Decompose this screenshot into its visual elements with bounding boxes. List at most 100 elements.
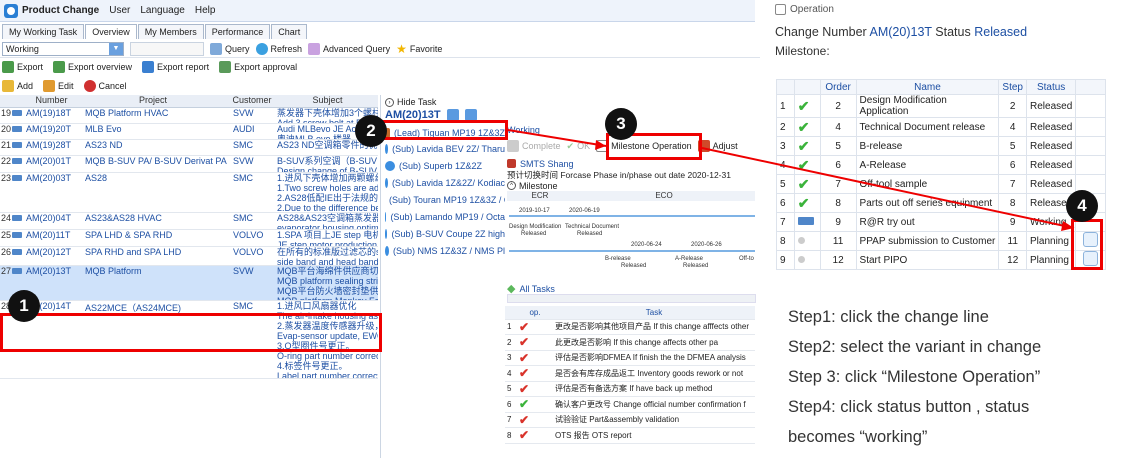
subject-line: 在所有的标准版过滤芯的sid <box>277 247 378 257</box>
table-row[interactable]: 24 AM(20)04T AS23&AS28 HVAC SMC AS28&AS23空调箱… <box>0 213 378 230</box>
advanced-query-button[interactable]: Advanced Query <box>308 42 390 55</box>
adjust-icon <box>697 140 710 152</box>
query-input[interactable] <box>130 41 204 56</box>
edit-button[interactable]: Edit <box>43 79 74 92</box>
milestone-row[interactable]: 5 ✔ 7 Off-tool sample 7 Released <box>776 174 1106 194</box>
col-name: Name <box>855 79 1000 95</box>
status-button-cell[interactable] <box>1075 94 1106 118</box>
table-row[interactable]: 21 AM(19)28T AS23 ND SMC AS23 ND空调箱零件的优化 <box>0 140 378 156</box>
status-button-cell[interactable] <box>1075 250 1106 270</box>
tab-chart[interactable]: Chart <box>271 24 308 39</box>
variant-item[interactable]: (Lead) Tiguan MP19 1Z&3Z <box>385 125 505 140</box>
milestone-row[interactable]: 4 ✔ 6 A-Release 6 Released <box>776 155 1106 175</box>
col-subject[interactable]: Subject <box>277 95 378 107</box>
adjust-button[interactable]: Adjust <box>697 140 738 152</box>
subject-line: Design change of B-SUV s <box>277 166 378 173</box>
variant-item[interactable]: (Sub) NMS 1Z&3Z / NMS Pl <box>385 242 505 259</box>
export-button[interactable]: Export <box>2 61 43 73</box>
task-row[interactable]: 1 ✔ 更改是否影响其他项目产品 If this change afffects o… <box>505 319 755 335</box>
milestone-row[interactable]: 3 ✔ 5 B-release 5 Released <box>776 136 1106 156</box>
task-op[interactable]: ✔ <box>517 350 553 366</box>
change-number-value: AM(20)13T <box>869 25 932 39</box>
menu-user[interactable]: User <box>109 5 130 16</box>
col-project[interactable]: Project <box>79 95 227 107</box>
variant-label: (Sub) Lamando MP19 / Octa <box>390 211 505 222</box>
table-row[interactable]: 27 AM(20)13T MQB Platform SVW MQB平台海绵件供应商切换 M… <box>0 266 378 301</box>
refresh-button[interactable]: Refresh <box>255 42 302 55</box>
row-number: AM(20)04T <box>26 213 72 223</box>
status-button[interactable] <box>1083 251 1099 266</box>
table-row[interactable]: 25 AM(20)11T SPA LHD & SPA RHD VOLVO 1.SPA 项… <box>0 230 378 247</box>
task-op[interactable]: ✔ <box>517 365 553 382</box>
menu-help[interactable]: Help <box>195 5 216 16</box>
milestone-row[interactable]: 8 11 PPAP submission to Customer 11 Planning <box>776 231 1106 251</box>
milestone-row[interactable]: 7 9 R@R try out 9 Working <box>776 212 1106 232</box>
row-index: 23 <box>1 173 12 183</box>
col-customer[interactable]: Customer <box>227 95 277 107</box>
document-icon[interactable] <box>446 109 459 121</box>
table-row[interactable]: 22 AM(20)01T MQB B-SUV PA/ B-SUV Derivat P… <box>0 156 378 173</box>
variant-item[interactable]: (Sub) Lavida 1Z&2Z/ Kodiac <box>385 174 505 191</box>
list-icon[interactable] <box>464 109 477 121</box>
task-row[interactable]: 8 ✔ OTS 报告 OTS report <box>505 427 755 444</box>
export-overview-button[interactable]: Export overview <box>53 61 132 73</box>
task-row[interactable]: 2 ✔ 此更改是否影响 If this change affects other p… <box>505 334 755 351</box>
status-button-cell[interactable] <box>1075 117 1106 137</box>
favorite-button[interactable]: ★ Favorite <box>396 42 442 56</box>
task-row[interactable]: 5 ✔ 评估是否有备选方案 If have back up method <box>505 381 755 397</box>
export-report-button[interactable]: Export report <box>142 61 209 73</box>
col-number[interactable]: Number <box>24 95 79 107</box>
row-flag-icon <box>12 110 22 116</box>
table-row[interactable]: 20 AM(19)20T MLB Evo AUDI Audi MLBevo JE Act… <box>0 124 378 140</box>
milestone-row[interactable]: 2 ✔ 4 Technical Document release 4 Released <box>776 117 1106 137</box>
ok-button[interactable]: ✔ OK <box>567 141 591 152</box>
status-button[interactable] <box>1083 232 1099 247</box>
hide-task-toggle[interactable]: › Hide Task <box>385 97 436 107</box>
task-op[interactable]: ✔ <box>517 381 553 397</box>
task-row[interactable]: 4 ✔ 是否会有库存成品返工 Inventory goods rework or n… <box>505 365 755 382</box>
task-op[interactable]: ✔ <box>517 412 553 428</box>
variant-item[interactable]: (Sub) Touran MP19 1Z&3Z / Octa <box>385 191 505 208</box>
task-op[interactable]: ✔ <box>517 427 553 444</box>
milestone-row[interactable]: 9 12 Start PIPO 12 Planning <box>776 250 1106 270</box>
tab-performance[interactable]: Performance <box>204 24 271 39</box>
milestone-state: ✔ <box>793 174 821 194</box>
tab-my-working-task[interactable]: My Working Task <box>2 24 85 39</box>
variant-item[interactable]: (Sub) B-SUV Coupe 2Z high <box>385 225 505 242</box>
variant-item[interactable]: (Sub) Lamando MP19 / Octa <box>385 208 505 225</box>
query-button[interactable]: Query <box>210 42 250 55</box>
horizontal-scrollbar[interactable] <box>507 294 756 303</box>
milestone-operation-button[interactable]: Milestone Operation <box>596 140 692 152</box>
task-row[interactable]: 6 ✔ 确认客户更改号 Change official number confirm… <box>505 396 755 413</box>
variant-item[interactable]: (Sub) Lavida BEV 2Z/ Tharu <box>385 140 505 157</box>
row-index: 4 <box>776 155 795 175</box>
task-op[interactable]: ✔ <box>517 396 553 413</box>
status-button-cell[interactable] <box>1075 136 1106 156</box>
filter-select[interactable]: Working ▼ <box>2 41 124 56</box>
milestone-row[interactable]: 1 ✔ 2 Design Modification Application 2 Relea… <box>776 94 1106 118</box>
add-button[interactable]: Add <box>2 79 33 92</box>
table-row[interactable]: 28 AM(20)14T AS22MCE（AS24MCE) SMC 1.进风口风扇器优化… <box>0 301 378 379</box>
export-approval-button[interactable]: Export approval <box>219 61 297 73</box>
task-op[interactable]: ✔ <box>517 319 553 335</box>
variant-label: (Lead) Tiguan MP19 1Z&3Z <box>393 127 505 138</box>
task-row[interactable]: 7 ✔ 试验验证 Part&assembly validation <box>505 412 755 428</box>
chevron-down-icon[interactable]: ▼ <box>109 42 123 55</box>
tab-my-members[interactable]: My Members <box>137 24 204 39</box>
variant-item[interactable]: (Sub) Superb 1Z&2Z <box>385 157 505 174</box>
table-row[interactable]: 26 AM(20)12T SPA RHD and SPA LHD VOLVO 在所有的标… <box>0 247 378 266</box>
complete-button[interactable]: Complete <box>507 140 561 152</box>
table-row[interactable]: 23 AM(20)03T AS28 SMC 1.进风下壳体增加两颗螺丝孔1.Two sc… <box>0 173 378 213</box>
task-row[interactable]: 3 ✔ 评估是否影响DFMEA If finish the the DFMEA an… <box>505 350 755 366</box>
milestone-section-toggle[interactable]: ^ Milestone <box>507 180 755 191</box>
tab-overview[interactable]: Overview <box>85 24 137 39</box>
row-project: AS28 <box>85 173 108 183</box>
status-button-cell[interactable] <box>1075 155 1106 175</box>
table-row[interactable]: 19 AM(19)18T MQB Platform HVAC SVW 蒸发器下壳体增加3… <box>0 108 378 124</box>
milestone-row[interactable]: 6 ✔ 8 Parts out off series equipment 8 Releas… <box>776 193 1106 213</box>
status-button-cell[interactable] <box>1075 231 1106 251</box>
subject-line: JE step motor production <box>277 240 378 247</box>
cancel-button[interactable]: Cancel <box>83 79 127 92</box>
menu-language[interactable]: Language <box>140 5 185 16</box>
task-op[interactable]: ✔ <box>517 334 553 351</box>
